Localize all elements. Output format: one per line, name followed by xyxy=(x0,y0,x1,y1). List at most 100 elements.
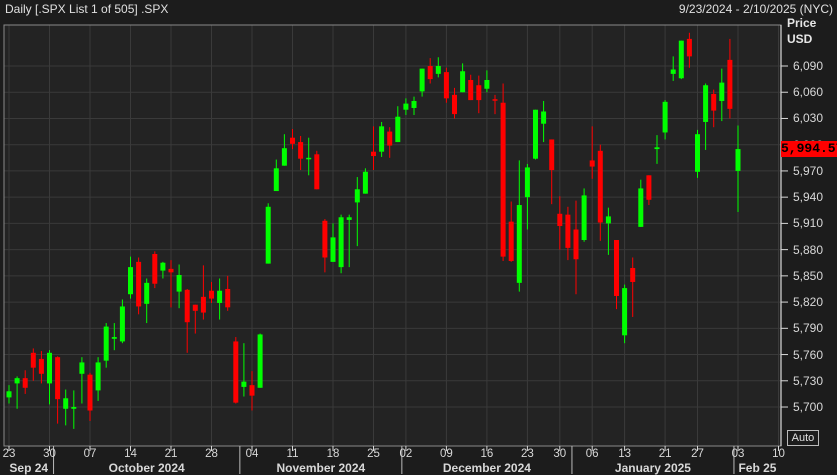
candle-down xyxy=(233,337,239,404)
y-tick-label: 5,910 xyxy=(793,216,824,231)
candlestick-chart[interactable] xyxy=(0,0,837,474)
x-tick-label: 23 xyxy=(520,448,534,460)
candle-body xyxy=(14,378,20,384)
y-tick-label: 6,030 xyxy=(793,111,824,126)
x-tick-label: 02 xyxy=(399,448,413,460)
plot-area xyxy=(4,25,781,446)
candle-body xyxy=(184,289,190,323)
x-tick-label: 11 xyxy=(286,448,299,460)
candle-body xyxy=(314,154,320,190)
candle-body xyxy=(354,189,360,203)
candle-body xyxy=(524,167,530,198)
candle-body xyxy=(225,288,231,308)
x-tick-label: 03 xyxy=(731,448,745,460)
candle-body xyxy=(322,220,328,258)
candle-body xyxy=(22,378,28,388)
y-tick-label: 5,880 xyxy=(793,242,824,257)
candle-body xyxy=(403,103,409,110)
x-tick-label: 13 xyxy=(618,448,631,460)
candle-body xyxy=(686,38,692,57)
candle-body xyxy=(152,253,158,284)
candle-body xyxy=(168,268,174,273)
candle-up xyxy=(581,188,587,242)
x-tick-label: 21 xyxy=(164,448,178,460)
candle-body xyxy=(435,66,441,74)
candle-body xyxy=(330,237,336,262)
candle-body xyxy=(306,157,312,160)
x-tick-label: 07 xyxy=(83,448,97,460)
candle-body xyxy=(87,374,93,411)
candle-body xyxy=(395,116,401,143)
candle-body xyxy=(533,109,538,159)
candle-body xyxy=(290,137,295,144)
y-tick-label: 5,760 xyxy=(793,347,824,362)
candle-body xyxy=(281,148,287,166)
candle-body xyxy=(419,68,425,92)
candle-body xyxy=(176,274,182,292)
candle-body xyxy=(443,72,449,99)
candle-body xyxy=(119,306,125,342)
candle-up xyxy=(338,214,344,274)
candle-body xyxy=(371,151,376,157)
candle-body xyxy=(338,217,344,268)
currency-label: USD xyxy=(787,32,813,46)
candle-body xyxy=(516,205,522,283)
x-tick-label: 21 xyxy=(658,448,672,460)
candle-body xyxy=(703,85,709,122)
candle-body xyxy=(38,358,44,374)
x-tick-label: 18 xyxy=(326,448,340,460)
candle-body xyxy=(30,352,36,368)
candle-body xyxy=(79,362,85,374)
x-tick-label: 04 xyxy=(245,448,259,460)
candle-up xyxy=(533,109,538,160)
month-label: Feb 25 xyxy=(738,461,777,475)
y-tick-label: 5,940 xyxy=(793,190,824,205)
candle-body xyxy=(144,282,150,304)
x-tick-label: 16 xyxy=(480,448,494,460)
month-label: Sep 24 xyxy=(9,461,49,475)
auto-scale-button[interactable]: Auto xyxy=(787,430,819,446)
candle-body xyxy=(55,357,61,400)
candle-body xyxy=(427,66,433,80)
candle-down xyxy=(152,251,158,289)
candle-up xyxy=(622,284,628,344)
candle-body xyxy=(128,267,133,295)
candle-body xyxy=(605,216,611,224)
candle-body xyxy=(273,168,279,192)
candle-body xyxy=(265,206,271,264)
candle-body xyxy=(695,134,700,172)
y-tick-label: 5,730 xyxy=(793,373,824,388)
candle-body xyxy=(589,160,595,167)
candle-body xyxy=(362,171,368,194)
candle-body xyxy=(249,385,255,396)
candle-body xyxy=(735,149,741,171)
candle-body xyxy=(136,261,142,307)
candle-body xyxy=(460,71,466,93)
x-tick-label: 14 xyxy=(124,448,137,460)
y-tick-label: 6,060 xyxy=(793,85,824,100)
candle-body xyxy=(711,93,717,111)
candle-body xyxy=(549,139,555,171)
candle-down xyxy=(136,257,142,315)
candle-up xyxy=(695,129,700,178)
candle-body xyxy=(379,126,385,152)
x-tick-label: 23 xyxy=(2,448,16,460)
candle-up xyxy=(678,40,684,80)
candle-body xyxy=(565,214,571,248)
candle-body xyxy=(727,59,733,109)
candle-body xyxy=(638,188,644,227)
candle-body xyxy=(160,262,166,271)
x-tick-label: 30 xyxy=(553,448,567,460)
month-label: January 2025 xyxy=(614,461,691,475)
candle-up xyxy=(265,203,271,264)
candle-body xyxy=(508,221,514,261)
candle-body xyxy=(573,229,579,260)
candle-body xyxy=(6,391,12,398)
candle-up xyxy=(379,121,385,157)
candle-body xyxy=(670,69,676,74)
candle-body xyxy=(654,147,660,150)
month-label: October 2024 xyxy=(108,461,185,475)
candle-body xyxy=(47,352,52,384)
candle-body xyxy=(103,326,109,361)
candle-down xyxy=(500,83,506,261)
